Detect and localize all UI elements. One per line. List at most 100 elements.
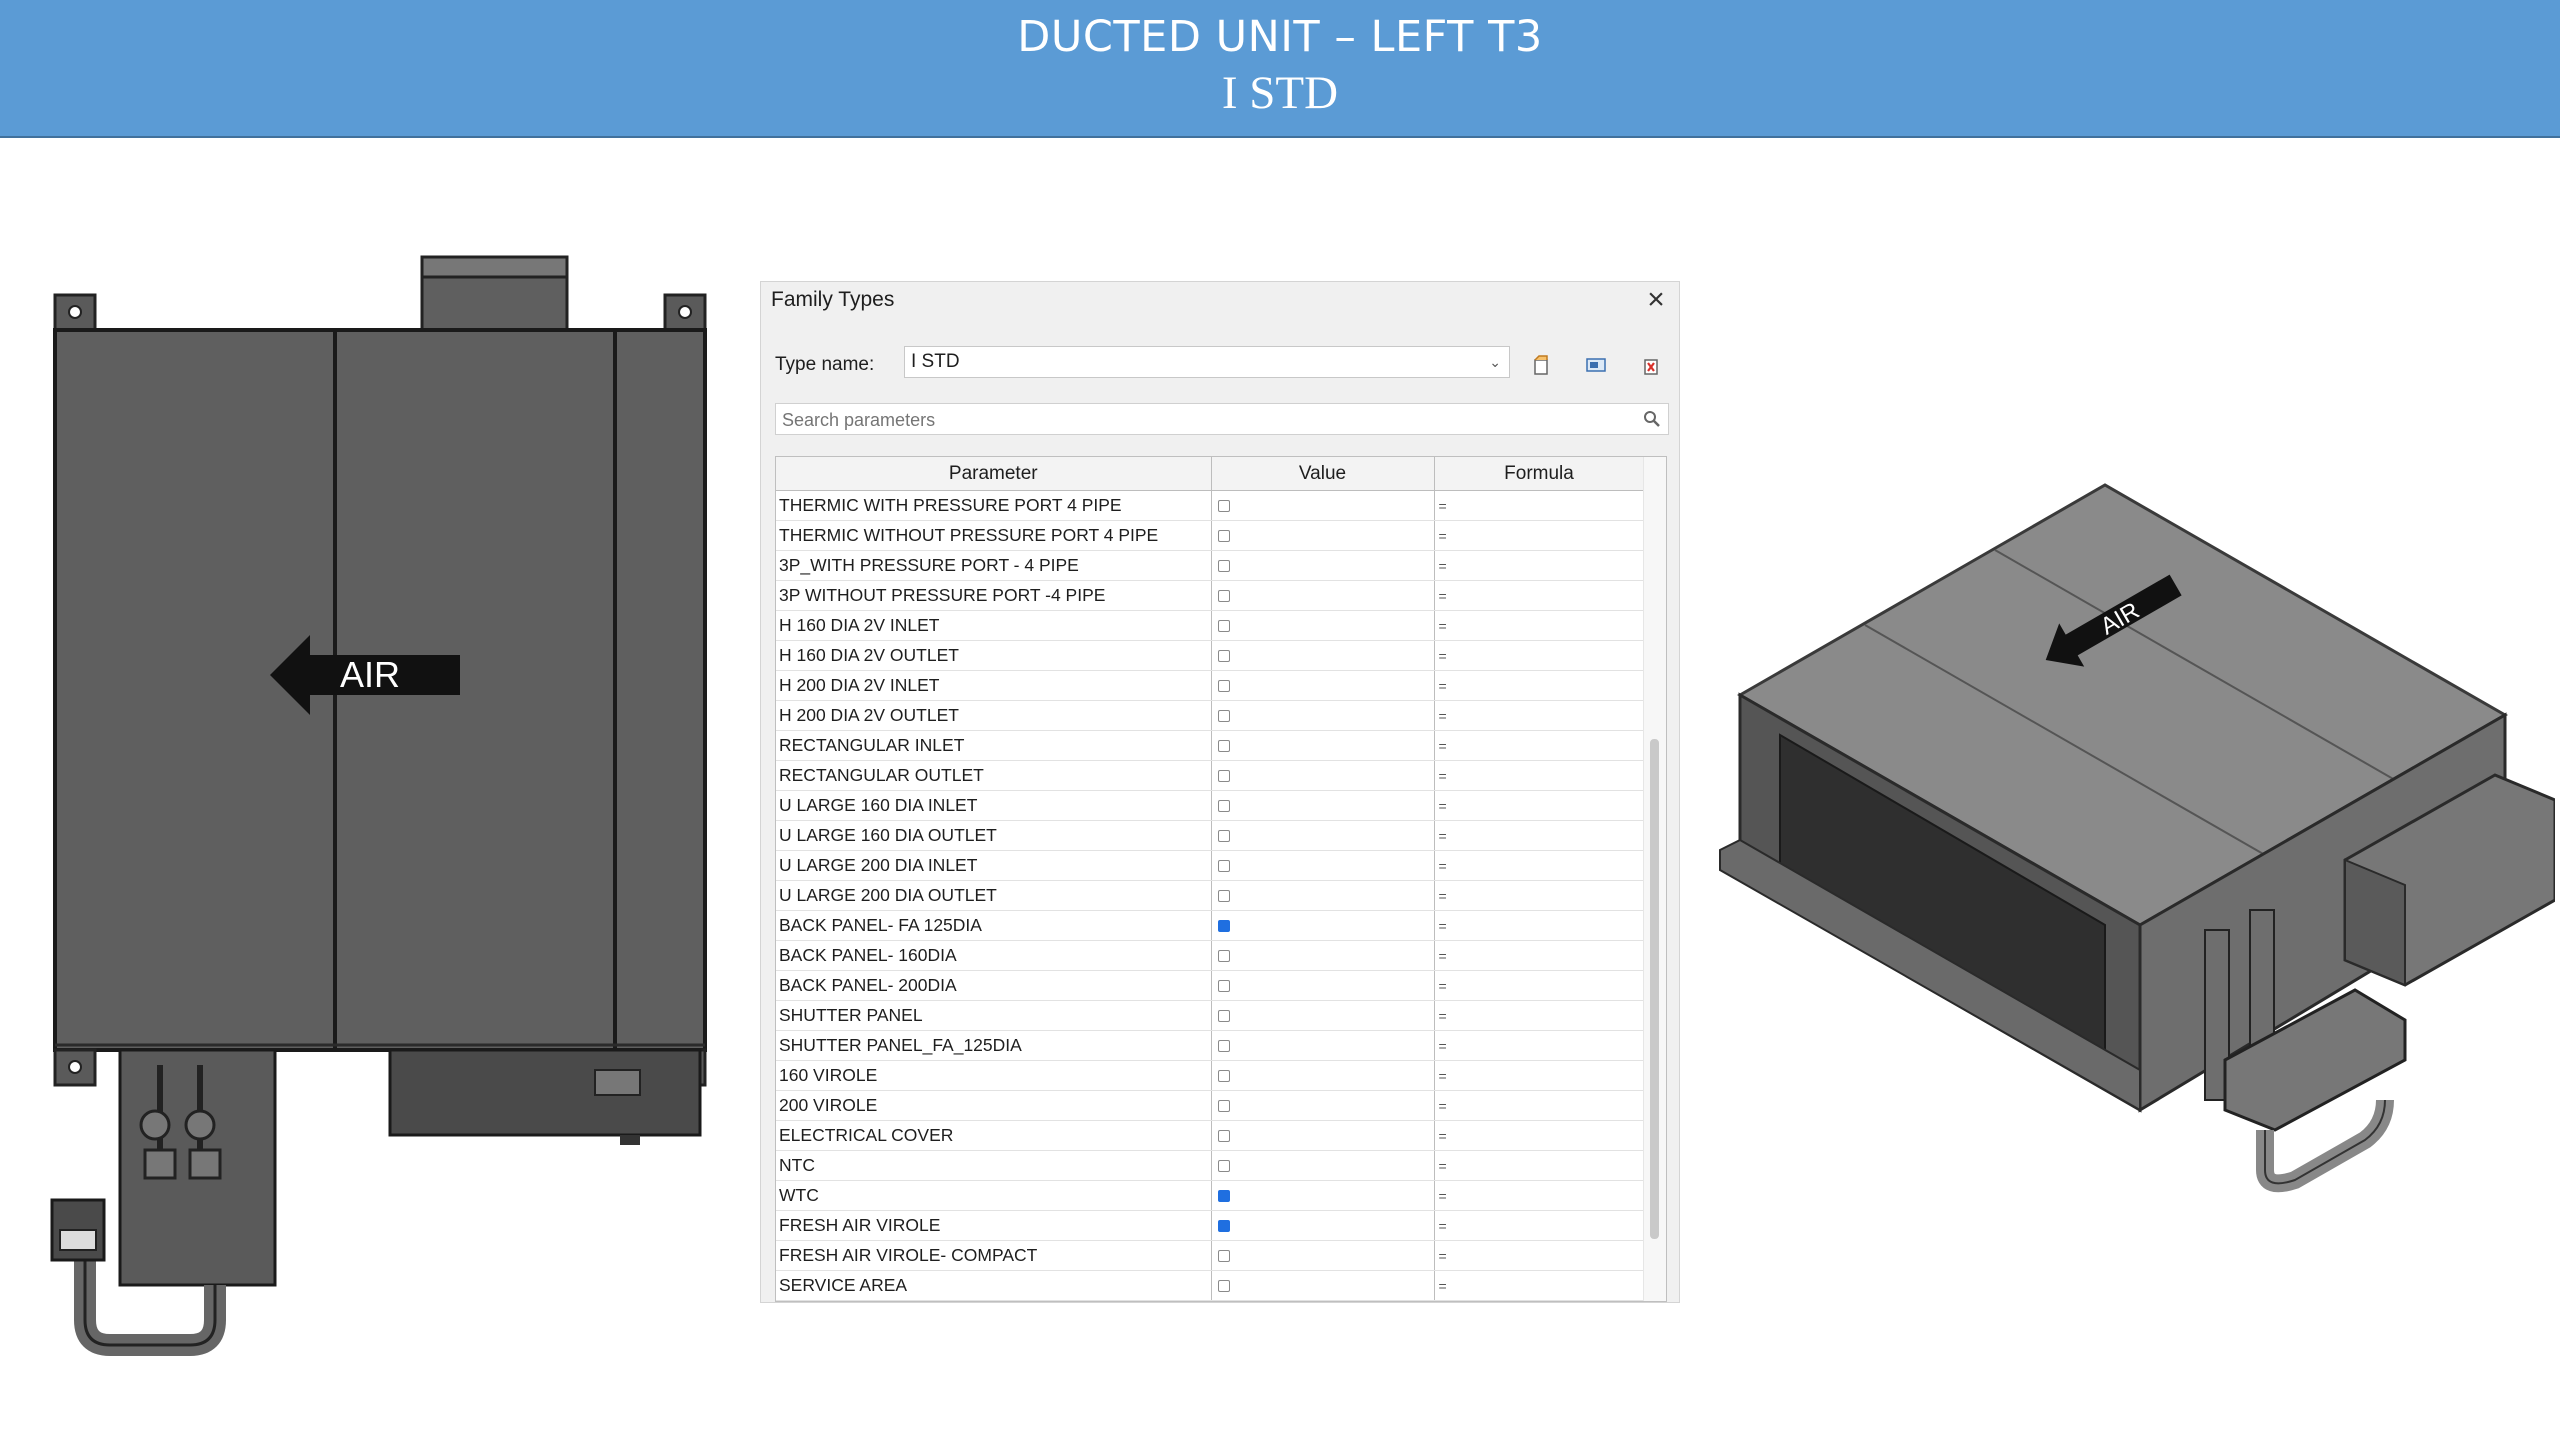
column-header-value[interactable]: Value: [1211, 457, 1435, 491]
table-row[interactable]: SERVICE AREA =: [776, 1270, 1645, 1301]
close-icon[interactable]: ×: [1639, 282, 1673, 318]
table-row[interactable]: U LARGE 160 DIA OUTLET =: [776, 820, 1645, 851]
formula-cell[interactable]: =: [1434, 730, 1645, 761]
value-checkbox[interactable]: [1217, 770, 1230, 783]
column-header-formula[interactable]: Formula: [1434, 457, 1645, 491]
formula-cell[interactable]: =: [1434, 670, 1645, 701]
value-checkbox[interactable]: [1217, 950, 1230, 963]
value-checkbox[interactable]: [1217, 650, 1230, 663]
value-checkbox[interactable]: [1217, 1010, 1230, 1023]
formula-cell[interactable]: =: [1434, 1150, 1645, 1181]
delete-type-button[interactable]: [1638, 352, 1664, 378]
scrollbar-thumb[interactable]: [1650, 739, 1659, 1239]
table-row[interactable]: 3P_WITH PRESSURE PORT - 4 PIPE =: [776, 550, 1645, 581]
table-row[interactable]: U LARGE 200 DIA INLET =: [776, 850, 1645, 881]
value-cell: [1211, 730, 1435, 761]
value-checkbox[interactable]: [1217, 1130, 1230, 1143]
value-cell: [1211, 1180, 1435, 1211]
table-row[interactable]: H 160 DIA 2V OUTLET =: [776, 640, 1645, 671]
formula-cell[interactable]: =: [1434, 1120, 1645, 1151]
formula-cell[interactable]: =: [1434, 700, 1645, 731]
table-row[interactable]: ELECTRICAL COVER =: [776, 1120, 1645, 1151]
table-row[interactable]: NTC =: [776, 1150, 1645, 1181]
formula-cell[interactable]: =: [1434, 1270, 1645, 1301]
formula-cell[interactable]: =: [1434, 970, 1645, 1001]
value-checkbox[interactable]: [1217, 1160, 1230, 1173]
table-row[interactable]: SHUTTER PANEL_FA_125DIA =: [776, 1030, 1645, 1061]
formula-cell[interactable]: =: [1434, 550, 1645, 581]
parameters-header-row: Parameter Value Formula: [776, 457, 1645, 491]
value-checkbox[interactable]: [1217, 980, 1230, 993]
search-input[interactable]: [780, 405, 1624, 435]
formula-cell[interactable]: =: [1434, 1000, 1645, 1031]
value-checkbox[interactable]: [1217, 680, 1230, 693]
table-row[interactable]: U LARGE 200 DIA OUTLET =: [776, 880, 1645, 911]
table-row[interactable]: 160 VIROLE =: [776, 1060, 1645, 1091]
formula-cell[interactable]: =: [1434, 790, 1645, 821]
formula-cell[interactable]: =: [1434, 1060, 1645, 1091]
table-row[interactable]: H 160 DIA 2V INLET =: [776, 610, 1645, 641]
formula-cell[interactable]: =: [1434, 880, 1645, 911]
value-checkbox[interactable]: [1217, 560, 1230, 573]
formula-cell[interactable]: =: [1434, 820, 1645, 851]
type-name-dropdown[interactable]: I STD ⌄: [904, 346, 1510, 378]
value-checkbox[interactable]: [1217, 530, 1230, 543]
search-icon[interactable]: [1642, 409, 1662, 429]
value-cell: [1211, 700, 1435, 731]
formula-cell[interactable]: =: [1434, 610, 1645, 641]
table-row[interactable]: SHUTTER PANEL =: [776, 1000, 1645, 1031]
formula-cell[interactable]: =: [1434, 520, 1645, 551]
value-checkbox[interactable]: [1217, 500, 1230, 513]
formula-cell[interactable]: =: [1434, 850, 1645, 881]
formula-cell[interactable]: =: [1434, 1180, 1645, 1211]
grid-scrollbar[interactable]: [1643, 457, 1666, 1301]
table-row[interactable]: BACK PANEL- 160DIA =: [776, 940, 1645, 971]
table-row[interactable]: U LARGE 160 DIA INLET =: [776, 790, 1645, 821]
value-cell: [1211, 970, 1435, 1001]
table-row[interactable]: H 200 DIA 2V INLET =: [776, 670, 1645, 701]
formula-cell[interactable]: =: [1434, 1030, 1645, 1061]
formula-cell[interactable]: =: [1434, 940, 1645, 971]
value-checkbox[interactable]: [1217, 920, 1230, 933]
value-checkbox[interactable]: [1217, 710, 1230, 723]
value-checkbox[interactable]: [1217, 1070, 1230, 1083]
value-checkbox[interactable]: [1217, 1040, 1230, 1053]
delete-type-icon: [1644, 359, 1658, 375]
rename-type-button[interactable]: [1583, 352, 1609, 378]
formula-cell[interactable]: =: [1434, 1090, 1645, 1121]
column-header-parameter[interactable]: Parameter: [776, 457, 1212, 491]
table-row[interactable]: WTC =: [776, 1180, 1645, 1211]
value-checkbox[interactable]: [1217, 860, 1230, 873]
table-row[interactable]: 200 VIROLE =: [776, 1090, 1645, 1121]
value-checkbox[interactable]: [1217, 890, 1230, 903]
new-type-button[interactable]: [1528, 352, 1554, 378]
table-row[interactable]: H 200 DIA 2V OUTLET =: [776, 700, 1645, 731]
table-row[interactable]: BACK PANEL- FA 125DIA =: [776, 910, 1645, 941]
table-row[interactable]: FRESH AIR VIROLE- COMPACT =: [776, 1240, 1645, 1271]
value-checkbox[interactable]: [1217, 590, 1230, 603]
formula-cell[interactable]: =: [1434, 1240, 1645, 1271]
table-row[interactable]: FRESH AIR VIROLE =: [776, 1210, 1645, 1241]
value-checkbox[interactable]: [1217, 800, 1230, 813]
value-checkbox[interactable]: [1217, 1220, 1230, 1233]
formula-cell[interactable]: =: [1434, 1210, 1645, 1241]
value-checkbox[interactable]: [1217, 740, 1230, 753]
table-row[interactable]: THERMIC WITHOUT PRESSURE PORT 4 PIPE =: [776, 520, 1645, 551]
table-row[interactable]: RECTANGULAR INLET =: [776, 730, 1645, 761]
table-row[interactable]: BACK PANEL- 200DIA =: [776, 970, 1645, 1001]
value-checkbox[interactable]: [1217, 1190, 1230, 1203]
value-checkbox[interactable]: [1217, 830, 1230, 843]
value-checkbox[interactable]: [1217, 1280, 1230, 1293]
value-cell: [1211, 1000, 1435, 1031]
value-checkbox[interactable]: [1217, 620, 1230, 633]
value-checkbox[interactable]: [1217, 1250, 1230, 1263]
table-row[interactable]: 3P WITHOUT PRESSURE PORT -4 PIPE =: [776, 580, 1645, 611]
table-row[interactable]: THERMIC WITH PRESSURE PORT 4 PIPE =: [776, 490, 1645, 521]
formula-cell[interactable]: =: [1434, 760, 1645, 791]
formula-cell[interactable]: =: [1434, 910, 1645, 941]
formula-cell[interactable]: =: [1434, 490, 1645, 521]
formula-cell[interactable]: =: [1434, 580, 1645, 611]
table-row[interactable]: RECTANGULAR OUTLET =: [776, 760, 1645, 791]
value-checkbox[interactable]: [1217, 1100, 1230, 1113]
formula-cell[interactable]: =: [1434, 640, 1645, 671]
